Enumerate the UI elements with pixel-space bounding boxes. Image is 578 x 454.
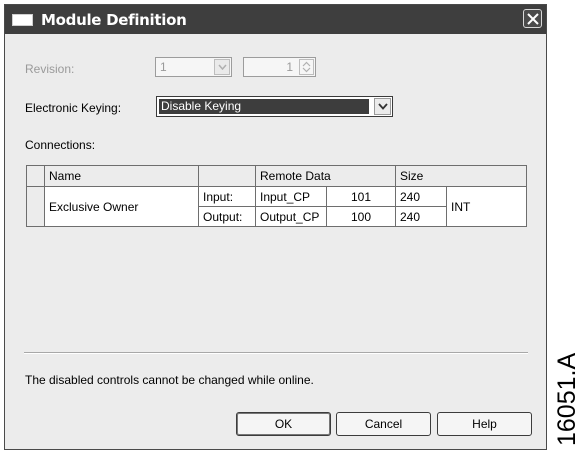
connections-table: Name Remote Data Size Exclusive Owner In…: [26, 165, 527, 227]
keying-selected: Disable Keying: [159, 99, 369, 114]
chevron-down-icon: [378, 103, 388, 110]
close-icon: [527, 13, 539, 25]
figure-id-label: 16051.A: [553, 352, 578, 446]
table-header-row: Name Remote Data Size: [26, 165, 527, 187]
output-label: Output:: [198, 206, 256, 227]
input-label: Input:: [198, 186, 256, 207]
column-header-remote-data: Remote Data: [255, 165, 396, 187]
input-size: 240: [395, 186, 447, 207]
spinner-arrows: [299, 59, 314, 75]
column-header-name: Name: [44, 165, 199, 187]
status-message: The disabled controls cannot be changed …: [25, 373, 314, 387]
electronic-keying-select[interactable]: Disable Keying: [156, 96, 393, 117]
input-remote-tag: Input_CP: [255, 186, 327, 207]
row-selector[interactable]: [26, 186, 45, 227]
revision-label: Revision:: [25, 62, 75, 76]
input-remote-number: 101: [326, 186, 396, 207]
electronic-keying-label: Electronic Keying:: [25, 101, 122, 115]
connections-label: Connections:: [25, 138, 96, 152]
revision-major-dropdown: [214, 59, 230, 75]
output-remote-number: 100: [326, 206, 396, 227]
dialog-title: Module Definition: [41, 11, 187, 29]
ok-button[interactable]: OK: [236, 412, 331, 436]
window-icon: [12, 14, 33, 26]
spinner-icon: [302, 61, 311, 73]
help-button[interactable]: Help: [437, 412, 532, 436]
revision-major-value: 1: [160, 60, 167, 74]
keying-value: Disable Keying: [161, 99, 242, 113]
table-row[interactable]: Exclusive Owner Input: Input_CP 101 240 …: [26, 186, 527, 227]
cancel-button[interactable]: Cancel: [336, 412, 431, 436]
row-selector-header: [26, 165, 45, 187]
output-size: 240: [395, 206, 447, 227]
column-header-size: Size: [395, 165, 527, 187]
revision-minor-spinner: 1: [243, 57, 316, 77]
title-bar: Module Definition: [5, 5, 546, 34]
output-remote-tag: Output_CP: [255, 206, 327, 227]
column-header-blank: [198, 165, 256, 187]
revision-major-select: 1: [155, 57, 232, 77]
divider: [24, 352, 528, 354]
revision-minor-value: 1: [286, 60, 293, 74]
chevron-down-icon: [218, 64, 227, 70]
close-button[interactable]: [523, 9, 542, 28]
keying-dropdown-button[interactable]: [374, 98, 391, 115]
data-type: INT: [446, 186, 527, 227]
connection-name: Exclusive Owner: [44, 186, 199, 227]
